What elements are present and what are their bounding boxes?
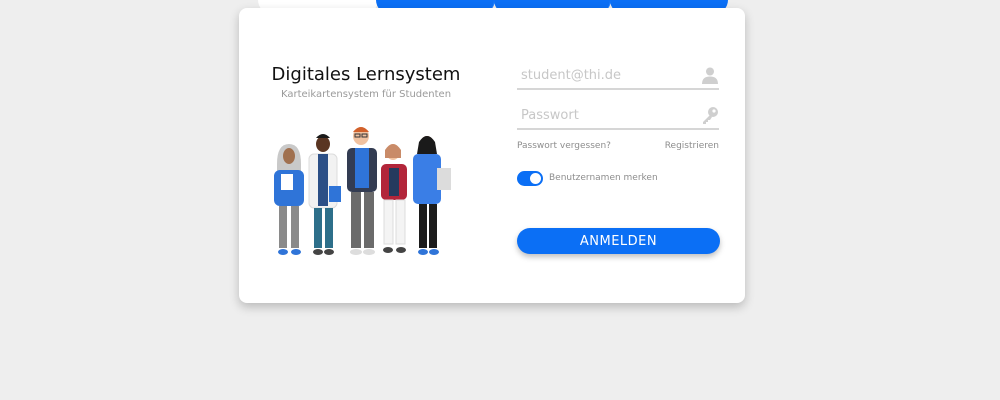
- key-icon: [703, 107, 718, 124]
- student-figure: [308, 134, 341, 255]
- login-button[interactable]: ANMELDEN: [517, 228, 720, 254]
- student-figure: [413, 136, 451, 255]
- register-link[interactable]: Registrieren: [665, 141, 719, 151]
- password-input[interactable]: [521, 104, 693, 126]
- page-subtitle: Karteikartensystem für Studenten: [280, 89, 452, 100]
- page-title: Digitales Lernsystem: [271, 64, 461, 85]
- login-card: Digitales Lernsystem Karteikartensystem …: [239, 8, 745, 303]
- forgot-password-link[interactable]: Passwort vergessen?: [517, 141, 611, 151]
- password-field: [517, 104, 719, 130]
- username-input[interactable]: [521, 64, 693, 86]
- student-figure: [274, 144, 304, 255]
- student-figure: [347, 127, 377, 255]
- remember-username-label: Benutzernamen merken: [549, 173, 658, 183]
- toggle-knob: [530, 173, 541, 184]
- students-group-illustration: [274, 127, 451, 255]
- remember-username-toggle[interactable]: [517, 171, 543, 186]
- user-icon: [702, 67, 718, 84]
- student-figure: [381, 144, 407, 253]
- username-field: [517, 64, 719, 90]
